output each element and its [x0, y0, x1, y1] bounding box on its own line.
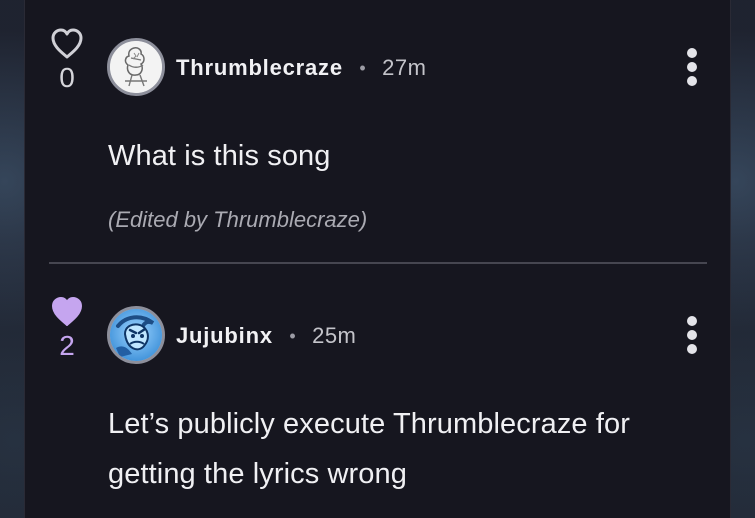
heart-outline-icon[interactable]	[49, 27, 85, 60]
like-control[interactable]: 2	[49, 295, 85, 365]
timestamp: 27m	[382, 55, 427, 80]
heart-filled-icon[interactable]	[49, 295, 85, 328]
comment-divider	[49, 262, 707, 264]
more-vertical-icon[interactable]	[684, 316, 700, 354]
meta-separator: •	[289, 326, 296, 346]
username[interactable]: Thrumblecraze	[176, 55, 343, 80]
timestamp: 25m	[312, 323, 357, 348]
comment-meta: Jujubinx • 25m	[176, 323, 356, 349]
avatar[interactable]	[107, 38, 165, 96]
like-control[interactable]: 0	[49, 27, 85, 97]
avatar[interactable]	[107, 306, 165, 364]
like-count: 0	[59, 62, 75, 93]
comments-panel: 0 Thrumblecraze • 27m What is this song …	[24, 0, 731, 518]
edited-note: (Edited by Thrumblecraze)	[108, 207, 368, 232]
comment-body: What is this song	[108, 140, 331, 172]
comment-body: Let’s publicly execute Thrumblecraze for…	[108, 408, 630, 490]
left-background-art	[0, 0, 24, 518]
comment-meta: Thrumblecraze • 27m	[176, 55, 426, 81]
like-count: 2	[59, 330, 75, 361]
username[interactable]: Jujubinx	[176, 323, 273, 348]
right-background-art	[731, 0, 755, 518]
meta-separator: •	[359, 58, 366, 78]
more-vertical-icon[interactable]	[684, 48, 700, 86]
